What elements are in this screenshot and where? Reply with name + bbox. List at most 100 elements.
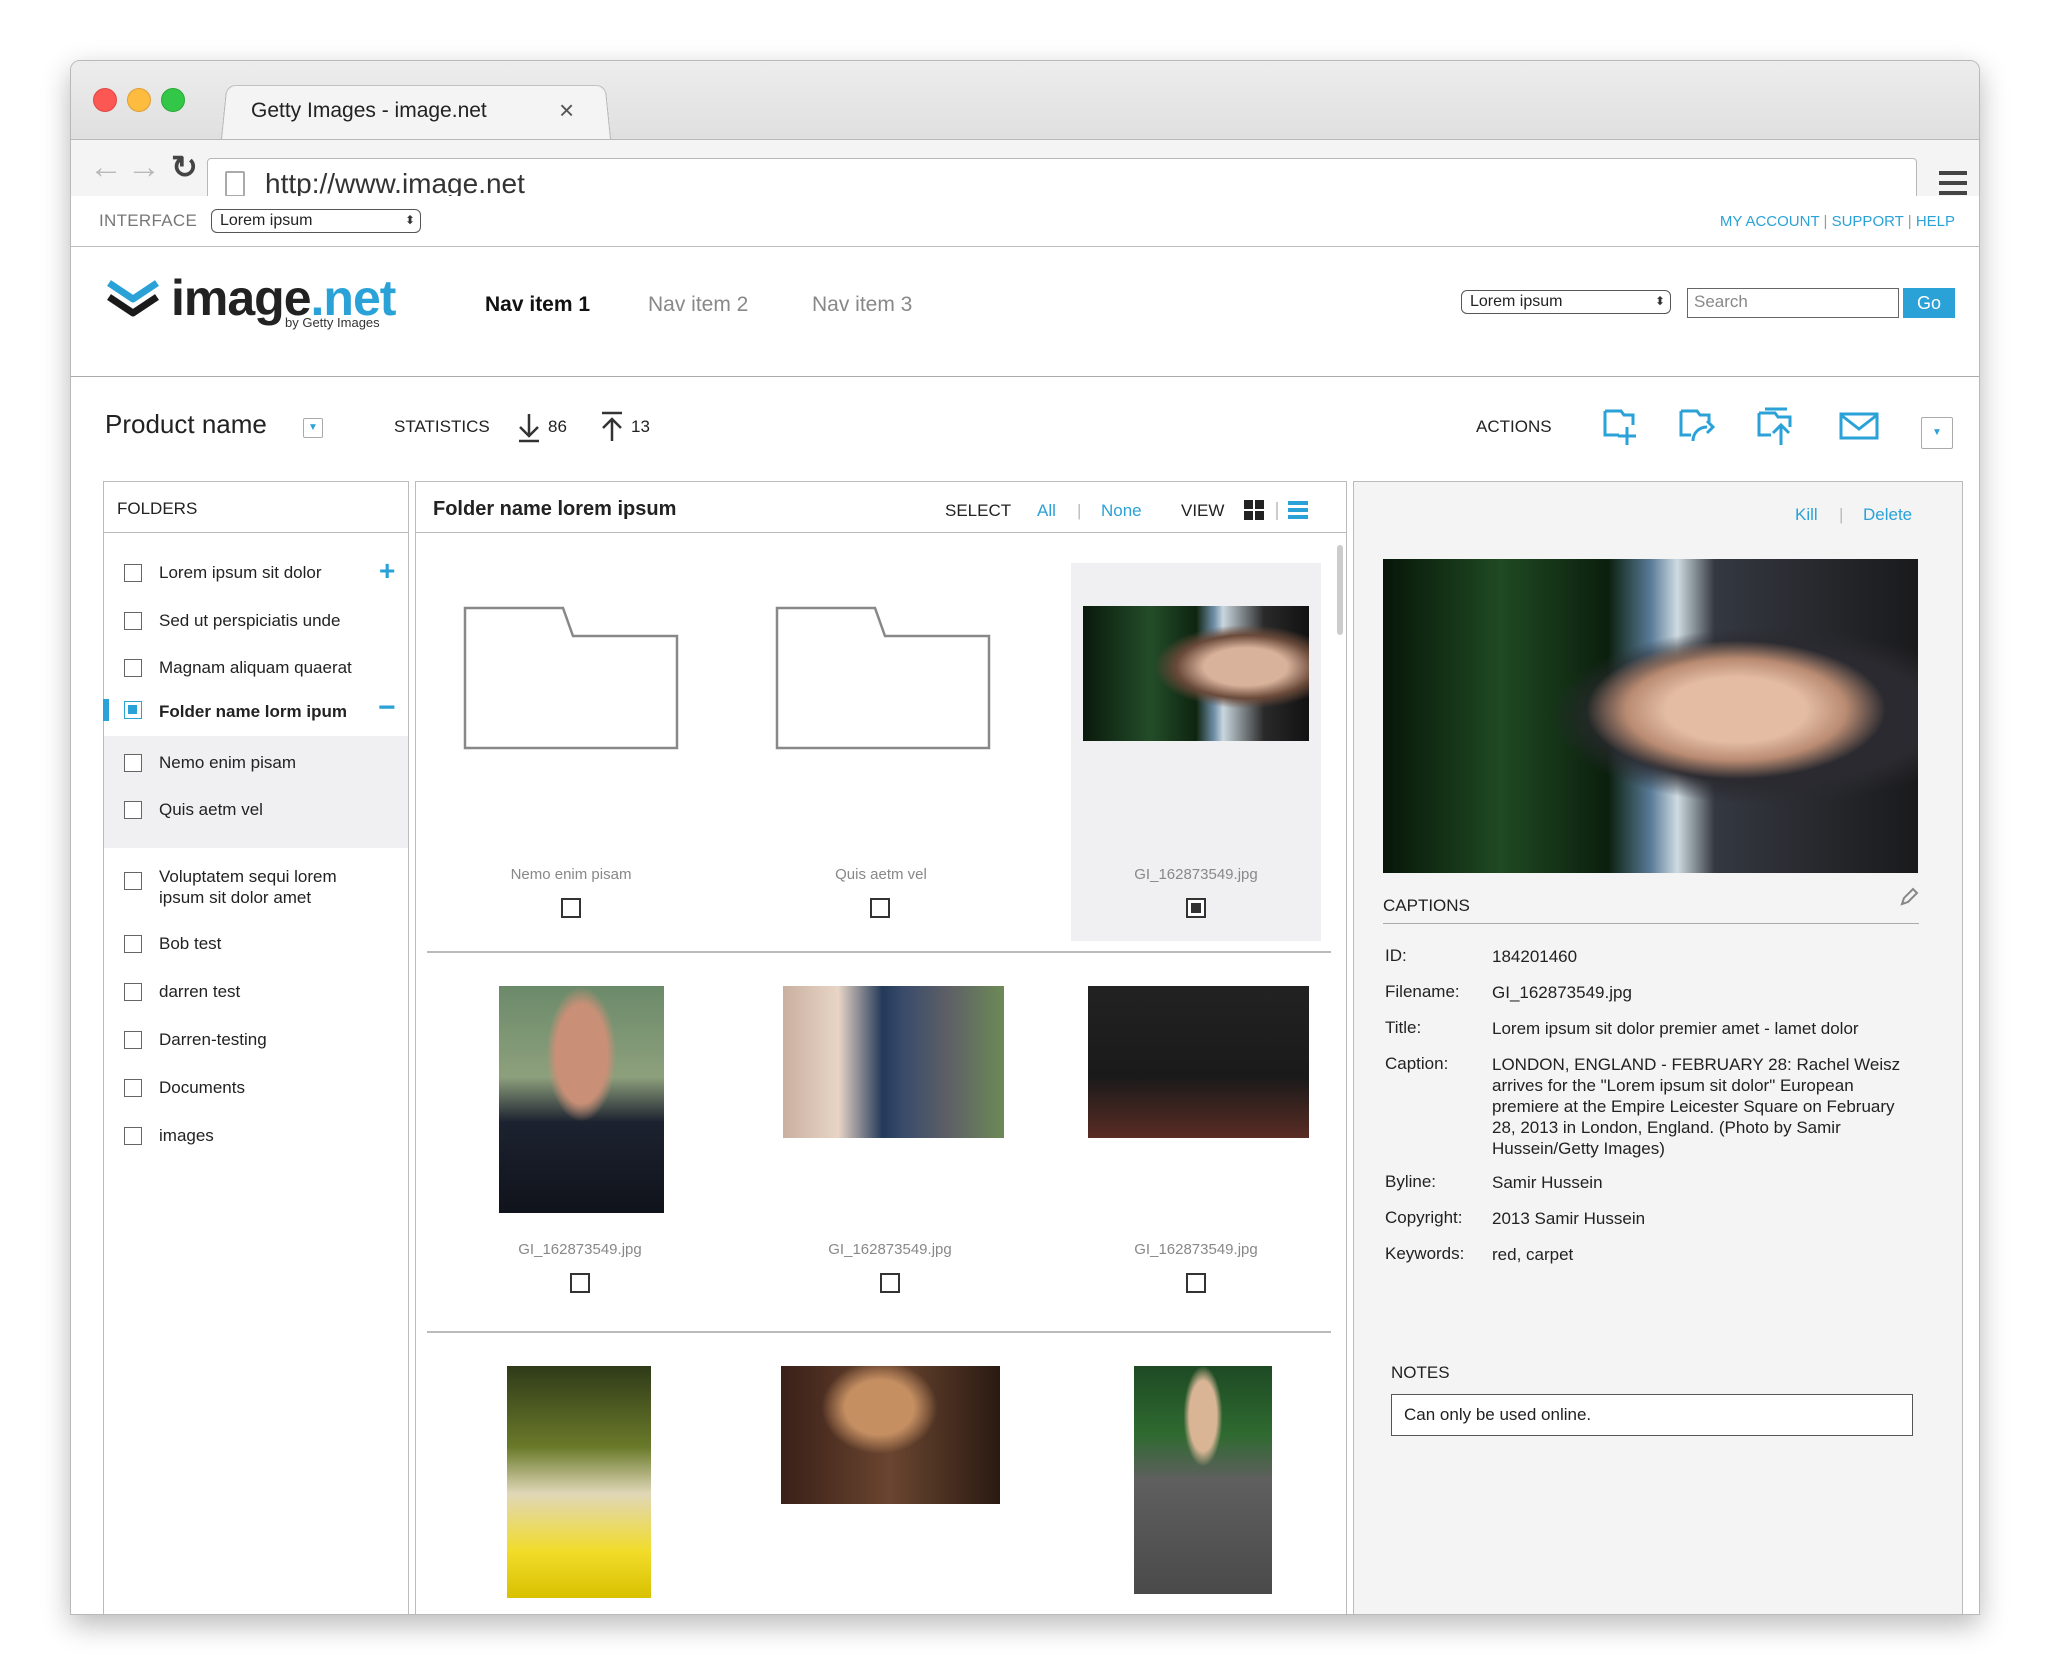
logo-byline: by Getty Images: [285, 315, 380, 330]
folder-item[interactable]: Magnam aliquam quaerat: [159, 658, 352, 678]
logo[interactable]: image.net by Getty Images: [103, 270, 396, 330]
download-icon: [519, 414, 539, 443]
meta-value: red, carpet: [1492, 1245, 1574, 1264]
meta-key: ID:: [1385, 946, 1407, 965]
folder-checkbox[interactable]: [124, 564, 142, 582]
folder-item[interactable]: images: [159, 1126, 214, 1146]
folder-checkbox[interactable]: [124, 983, 142, 1001]
download-count: 86: [548, 417, 567, 436]
select-none-link[interactable]: None: [1101, 501, 1142, 521]
folder-checkbox[interactable]: [124, 1079, 142, 1097]
notes-title: NOTES: [1391, 1363, 1450, 1382]
search-input[interactable]: Search: [1687, 288, 1899, 318]
subfolder-item[interactable]: Nemo enim pisam: [159, 753, 296, 773]
add-folder-icon[interactable]: +: [379, 555, 395, 587]
grid-item-checkbox[interactable]: [1186, 1273, 1206, 1293]
folder-item[interactable]: Bob test: [159, 934, 221, 954]
notes-field[interactable]: Can only be used online.: [1391, 1394, 1913, 1436]
grid-view-icon[interactable]: [1243, 499, 1265, 521]
folder-item-active[interactable]: Folder name lorm ipum: [159, 702, 347, 722]
meta-value: Lorem ipsum sit dolor premier amet - lam…: [1492, 1019, 1859, 1038]
folder-checkbox[interactable]: [124, 935, 142, 953]
grid-row-divider: [427, 951, 1331, 953]
collapse-folder-icon[interactable]: −: [378, 691, 396, 725]
folder-icon[interactable]: [463, 606, 679, 750]
subfolder-item[interactable]: Quis aetm vel: [159, 800, 263, 820]
grid-item-checkbox[interactable]: [870, 898, 890, 918]
folder-checkbox[interactable]: [124, 612, 142, 630]
link-separator: |: [1823, 213, 1828, 230]
grid-item-caption: GI_162873549.jpg: [1134, 866, 1258, 883]
thumbnail-image[interactable]: [783, 986, 1004, 1138]
folder-checkbox[interactable]: [124, 1031, 142, 1049]
maximize-window-button[interactable]: [161, 88, 185, 112]
grid-item-checkbox-checked[interactable]: [1186, 898, 1206, 918]
nav-item-2[interactable]: Nav item 2: [648, 293, 748, 317]
select-all-link[interactable]: All: [1037, 501, 1056, 521]
folder-item[interactable]: Voluptatem sequi lorem ipsum sit dolor a…: [159, 866, 359, 908]
kill-link[interactable]: Kill: [1795, 505, 1818, 525]
tab-close-icon[interactable]: ×: [559, 95, 574, 126]
interface-label: INTERFACE: [99, 211, 198, 230]
minimize-window-button[interactable]: [127, 88, 151, 112]
back-icon[interactable]: ←: [89, 149, 123, 185]
grid-item-checkbox[interactable]: [880, 1273, 900, 1293]
active-folder-indicator: [103, 699, 109, 721]
reload-icon[interactable]: ↻: [171, 149, 198, 185]
thumbnail-image[interactable]: [781, 1366, 1000, 1504]
folder-icon[interactable]: [775, 606, 991, 750]
move-to-folder-icon[interactable]: [1677, 405, 1717, 447]
thumbnail-image[interactable]: [1088, 986, 1309, 1138]
upload-icon: [602, 411, 622, 441]
folder-item[interactable]: Sed ut perspiciatis unde: [159, 611, 340, 631]
folder-checkbox[interactable]: [124, 754, 142, 772]
thumbnail-image[interactable]: [1083, 606, 1309, 741]
search-go-button[interactable]: Go: [1903, 288, 1955, 318]
folder-checkbox-checked[interactable]: [124, 701, 142, 719]
folder-checkbox[interactable]: [124, 801, 142, 819]
add-to-folder-icon[interactable]: [1601, 405, 1641, 447]
folder-item[interactable]: Documents: [159, 1078, 245, 1098]
grid-item-checkbox[interactable]: [561, 898, 581, 918]
edit-pencil-icon[interactable]: [1899, 887, 1919, 907]
tab-title: Getty Images - image.net: [251, 99, 487, 122]
preview-image[interactable]: [1383, 559, 1918, 873]
folder-item[interactable]: darren test: [159, 982, 240, 1002]
nav-item-3[interactable]: Nav item 3: [812, 293, 912, 317]
thumbnail-image[interactable]: [507, 1366, 651, 1598]
list-view-icon[interactable]: [1287, 499, 1309, 521]
actions-dropdown-icon[interactable]: ▼: [1921, 417, 1953, 449]
support-link[interactable]: SUPPORT: [1832, 213, 1904, 230]
view-label: VIEW: [1181, 501, 1225, 520]
account-links: MY ACCOUNT | SUPPORT | HELP: [1720, 213, 1955, 230]
folder-checkbox[interactable]: [124, 872, 142, 890]
actions-label: ACTIONS: [1476, 417, 1552, 436]
meta-key: Filename:: [1385, 982, 1460, 1001]
folder-item[interactable]: Lorem ipsum sit dolor: [159, 563, 322, 583]
logo-chevron-icon: [107, 280, 159, 317]
thumbnail-image[interactable]: [1134, 1366, 1272, 1594]
meta-key: Byline:: [1385, 1172, 1437, 1191]
thumbnail-image[interactable]: [499, 986, 664, 1213]
grid-scrollbar[interactable]: [1337, 545, 1343, 635]
folder-checkbox[interactable]: [124, 1127, 142, 1145]
email-icon[interactable]: [1839, 411, 1879, 441]
close-window-button[interactable]: [93, 88, 117, 112]
help-link[interactable]: HELP: [1916, 213, 1955, 230]
share-icon[interactable]: [1755, 405, 1799, 449]
product-dropdown-icon[interactable]: ▼: [303, 418, 323, 438]
search-scope-select[interactable]: Lorem ipsum: [1461, 290, 1671, 314]
delete-link[interactable]: Delete: [1863, 505, 1912, 525]
meta-value: Samir Hussein: [1492, 1173, 1603, 1192]
folder-item[interactable]: Darren-testing: [159, 1030, 267, 1050]
browser-menu-icon[interactable]: [1939, 171, 1967, 195]
grid-item-checkbox[interactable]: [570, 1273, 590, 1293]
forward-icon[interactable]: →: [127, 149, 161, 185]
folder-checkbox[interactable]: [124, 659, 142, 677]
interface-select[interactable]: Lorem ipsum: [211, 209, 421, 233]
meta-value: LONDON, ENGLAND - FEBRUARY 28: Rachel We…: [1492, 1055, 1901, 1158]
nav-item-1[interactable]: Nav item 1: [485, 293, 590, 317]
meta-key: Keywords:: [1385, 1244, 1465, 1263]
grid-title: Folder name lorem ipsum: [433, 498, 677, 520]
my-account-link[interactable]: MY ACCOUNT: [1720, 213, 1819, 230]
